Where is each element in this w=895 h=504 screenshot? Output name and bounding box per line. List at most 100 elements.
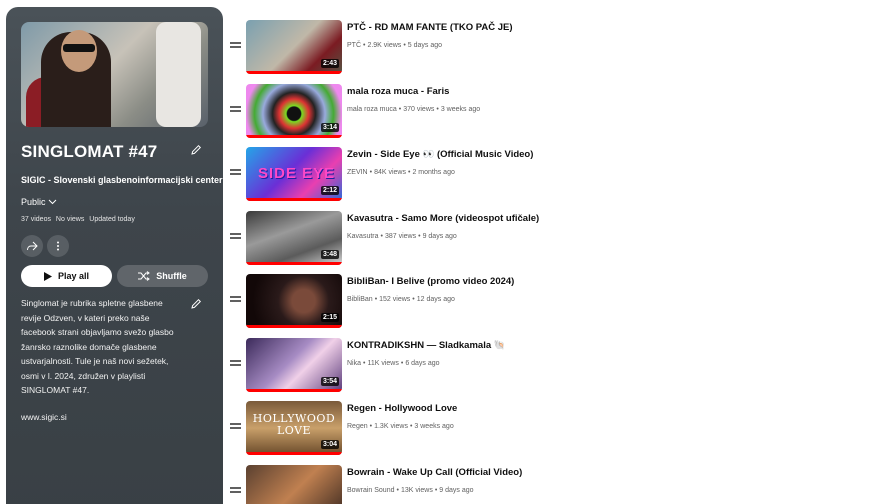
video-row[interactable]: 3:54 KONTRADIKSHN — Sladkamala 🐚 Nika • 11… [229,338,829,393]
video-duration: 3:48 [320,250,339,259]
view-count: 11K views [367,360,399,367]
upload-age: 6 days ago [405,360,440,367]
play-all-label: Play all [57,271,90,281]
channel-name[interactable]: Bowrain Sound [347,487,394,494]
video-title[interactable]: Regen - Hollywood Love [347,403,457,414]
video-row[interactable]: HOLLYWOOD LOVE 3:04 Regen - Hollywood Lo… [229,401,829,456]
video-title[interactable]: Bowrain - Wake Up Call (Official Video) [347,467,522,478]
upload-age: 3 weeks ago [440,106,481,113]
video-title[interactable]: mala roza muca - Faris [347,86,449,97]
video-meta: Regen • 1.3K views • 3 weeks ago [347,423,454,430]
edit-description-pencil-icon[interactable] [189,297,203,311]
video-row[interactable]: 2:43 PTČ - RD MAM FANTE (TKO PAČ JE) PTČ… [229,20,829,75]
video-thumbnail[interactable] [246,465,342,504]
play-all-button[interactable]: Play all [21,265,112,287]
video-meta: Kavasutra • 387 views • 9 days ago [347,233,457,240]
watch-progress-bar [246,389,342,392]
channel-name[interactable]: BibliBan [347,296,373,303]
video-title[interactable]: Kavasutra - Samo More (videospot ufičale… [347,213,539,224]
video-title[interactable]: BibliBan- I Belive (promo video 2024) [347,276,514,287]
channel-name[interactable]: mala roza muca [347,106,397,113]
video-thumbnail[interactable]: 3:54 [246,338,342,392]
video-count: 37 videos [21,216,51,223]
video-duration: 3:54 [320,377,339,386]
playlist-title: SINGLOMAT #47 [21,142,158,161]
video-meta: Nika • 11K views • 6 days ago [347,360,440,367]
drag-handle-icon[interactable] [230,423,241,429]
more-vert-icon [57,241,59,251]
video-thumbnail[interactable]: 3:14 [246,84,342,138]
channel-name[interactable]: Kavasutra [347,233,379,240]
play-icon [43,271,52,281]
video-thumbnail[interactable]: 2:15 [246,274,342,328]
drag-handle-icon[interactable] [230,360,241,366]
video-thumbnail[interactable]: HOLLYWOOD LOVE 3:04 [246,401,342,455]
video-meta: BibliBan • 152 views • 12 days ago [347,296,455,303]
playlist-link[interactable]: www.sigic.si [21,412,67,422]
upload-age: 12 days ago [416,296,455,303]
video-meta: mala roza muca • 370 views • 3 weeks ago [347,106,481,113]
view-count: 13K views [400,487,433,494]
view-count: No views [55,216,85,223]
view-count: 152 views [379,296,411,303]
video-duration: 2:15 [320,313,339,322]
playlist-description: Singlomat je rubrika spletne glasbene re… [21,298,174,395]
view-count: 1.3K views [374,423,408,430]
drag-handle-icon[interactable] [230,487,241,493]
playlist-header-panel: SINGLOMAT #47 SIGIC - Slovenski glasbeno… [6,7,223,504]
video-title[interactable]: KONTRADIKSHN — Sladkamala 🐚 [347,340,506,351]
watch-progress-bar [246,262,342,265]
upload-age: 9 days ago [422,233,457,240]
video-title[interactable]: Zevin - Side Eye 👀 (Official Music Video… [347,149,533,160]
video-duration: 3:14 [320,123,339,132]
video-row[interactable]: 3:48 Kavasutra - Samo More (videospot uf… [229,211,829,266]
video-meta: PTČ • 2.9K views • 5 days ago [347,42,443,49]
watch-progress-bar [246,135,342,138]
playlist-owner[interactable]: SIGIC - Slovenski glasbenoinformacijski … [21,175,223,185]
upload-age: 5 days ago [407,42,443,49]
video-thumbnail[interactable]: SIDE EYE 2:12 [246,147,342,201]
privacy-label: Public [21,197,46,207]
drag-handle-icon[interactable] [230,42,241,48]
privacy-dropdown[interactable]: Public [21,197,57,207]
playlist-thumbnail[interactable] [21,22,208,127]
channel-name[interactable]: Nika [347,360,361,367]
video-thumbnail[interactable]: 3:48 [246,211,342,265]
video-row[interactable]: Bowrain - Wake Up Call (Official Video) … [229,465,829,504]
more-options-button[interactable] [47,235,69,257]
upload-age: 3 weeks ago [414,423,454,430]
video-thumbnail[interactable]: 2:43 [246,20,342,74]
edit-title-pencil-icon[interactable] [189,143,203,157]
shuffle-button[interactable]: Shuffle [117,265,208,287]
chevron-down-icon [48,199,56,205]
drag-handle-icon[interactable] [230,296,241,302]
video-duration: 2:12 [320,186,339,195]
channel-name[interactable]: ZEVIN [347,169,368,176]
shuffle-label: Shuffle [156,271,187,281]
video-meta: Bowrain Sound • 13K views • 9 days ago [347,487,474,494]
thumbnail-text: SIDE EYE [258,165,336,182]
drag-handle-icon[interactable] [230,106,241,112]
video-meta: ZEVIN • 84K views • 2 months ago [347,169,455,176]
upload-age: 9 days ago [439,487,474,494]
view-count: 2.9K views [367,42,402,49]
view-count: 370 views [403,106,435,113]
video-row[interactable]: 2:15 BibliBan- I Belive (promo video 202… [229,274,829,329]
watch-progress-bar [246,452,342,455]
share-icon [27,241,38,251]
view-count: 387 views [384,233,417,240]
watch-progress-bar [246,325,342,328]
video-row[interactable]: SIDE EYE 2:12 Zevin - Side Eye 👀 (Offici… [229,147,829,202]
channel-name[interactable]: PTČ [347,42,361,49]
video-duration: 2:43 [320,59,339,68]
drag-handle-icon[interactable] [230,169,241,175]
drag-handle-icon[interactable] [230,233,241,239]
playlist-stats: 37 videos No views Updated today [21,216,138,223]
video-title[interactable]: PTČ - RD MAM FANTE (TKO PAČ JE) [347,22,513,33]
video-row[interactable]: 3:14 mala roza muca - Faris mala roza mu… [229,84,829,139]
channel-name[interactable]: Regen [347,423,368,430]
share-button[interactable] [21,235,43,257]
shuffle-icon [138,271,151,281]
video-duration: 3:04 [320,440,339,449]
updated-time: Updated today [89,216,135,223]
